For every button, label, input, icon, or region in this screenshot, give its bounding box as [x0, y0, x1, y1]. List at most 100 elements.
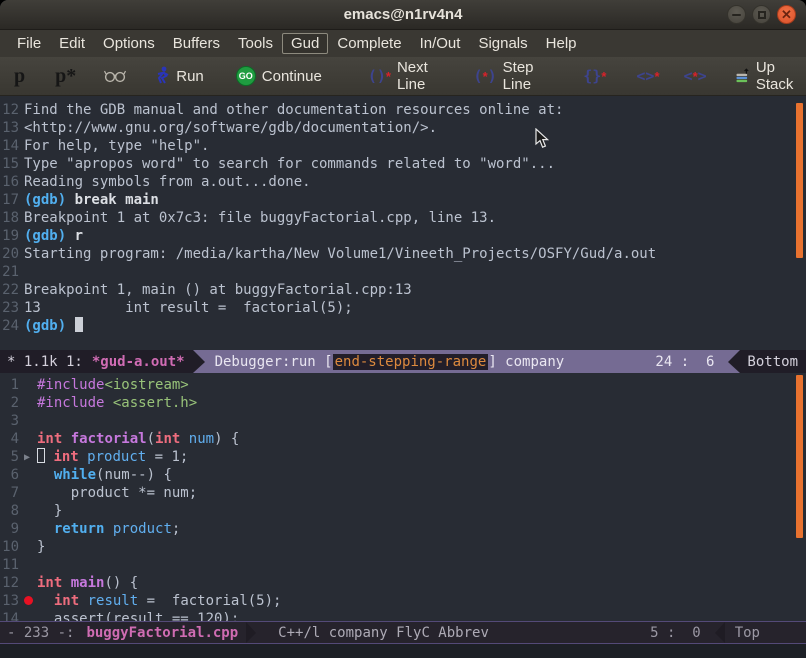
gdb-scrollbar[interactable] [796, 103, 803, 258]
continue-button[interactable]: GO Continue [232, 64, 326, 88]
code-segment: num [189, 431, 214, 447]
powerline-arrow-icon [728, 350, 740, 373]
gdb-output-buffer[interactable]: 12Find the GDB manual and other document… [0, 96, 806, 350]
code-line: 18Breakpoint 1 at 0x7c3: file buggyFacto… [2, 209, 806, 227]
minor-modes: C++/l company FlyC Abbrev [278, 625, 489, 641]
go-icon: GO [236, 66, 256, 86]
code-segment: (num--) { [96, 467, 172, 483]
close-button[interactable]: ✕ [777, 5, 796, 24]
code-segment: Type "apropos word" to search for comman… [24, 156, 555, 172]
code-segment: <http://www.gnu.org/software/gdb/documen… [24, 120, 437, 136]
code-segment: #include [37, 377, 104, 393]
code-line: 6 while(num--) { [2, 466, 806, 484]
source-scrollbar[interactable] [796, 375, 803, 538]
code-segment: (gdb) [24, 318, 75, 334]
code-line: 7 product *= num; [2, 484, 806, 502]
minimize-icon [732, 14, 741, 16]
until-icon: <*> [684, 67, 707, 85]
line-number: 1 [2, 376, 19, 394]
step-line-icon: (*) [474, 67, 497, 85]
code-segment: <assert.h> [113, 395, 197, 411]
cursor-position: 5 : 0 [650, 625, 701, 641]
menu-file[interactable]: File [8, 33, 50, 54]
line-number: 10 [2, 538, 19, 556]
menu-signals[interactable]: Signals [469, 33, 536, 54]
maximize-button[interactable] [752, 5, 771, 24]
minimize-button[interactable] [727, 5, 746, 24]
step-instruction-button[interactable]: <>* [632, 65, 663, 87]
code-line: 1#include<iostream> [2, 376, 806, 394]
run-label: Run [176, 68, 204, 85]
code-line: 14 assert(result == 120); [2, 610, 806, 621]
menu-tools[interactable]: Tools [229, 33, 282, 54]
line-number: 4 [2, 430, 19, 448]
menu-gud[interactable]: Gud [282, 33, 328, 54]
powerline-arrow-icon [193, 350, 205, 373]
code-segment: #include [37, 395, 104, 411]
powerline-arrow-icon [715, 622, 725, 643]
step-line-button[interactable]: (*) Step Line [470, 57, 550, 95]
print-button[interactable]: p [10, 64, 29, 88]
code-line: 22Breakpoint 1, main () at buggyFactoria… [2, 281, 806, 299]
code-segment: product [87, 449, 146, 465]
menubar: FileEditOptionsBuffersToolsGudCompleteIn… [0, 30, 806, 57]
line-number: 12 [2, 574, 19, 592]
run-button[interactable]: Run [150, 64, 208, 88]
line-number: 22 [2, 281, 19, 299]
line-number: 24 [2, 317, 19, 335]
close-icon: ✕ [781, 8, 792, 21]
code-segment: int [37, 431, 62, 447]
menu-complete[interactable]: Complete [328, 33, 410, 54]
menu-inout[interactable]: In/Out [411, 33, 470, 54]
code-line: 9 return product; [2, 520, 806, 538]
code-segment: factorial [71, 431, 147, 447]
menu-edit[interactable]: Edit [50, 33, 94, 54]
code-line: 21 [2, 263, 806, 281]
code-segment: (gdb) [24, 228, 75, 244]
menu-buffers[interactable]: Buffers [164, 33, 229, 54]
code-segment: (gdb) [24, 192, 75, 208]
code-segment [37, 521, 54, 537]
line-number: 14 [2, 137, 19, 155]
line-number: 15 [2, 155, 19, 173]
powerline-arrow-icon [246, 622, 256, 643]
execution-arrow-icon[interactable] [24, 448, 37, 467]
code-line: 24 (gdb) [2, 317, 806, 335]
next-line-button[interactable]: ()* Next Line [364, 57, 444, 95]
code-segment: Find the GDB manual and other documentat… [24, 102, 563, 118]
line-number: 18 [2, 209, 19, 227]
line-number: 13 [2, 119, 19, 137]
code-segment: } [37, 503, 62, 519]
code-line: 19(gdb) r [2, 227, 806, 245]
code-segment: product [113, 521, 172, 537]
line-number: 8 [2, 502, 19, 520]
next-line-icon: ()* [368, 67, 391, 85]
source-buffer[interactable]: 1#include<iostream>2#include <assert.h>3… [0, 373, 806, 621]
code-segment [62, 431, 70, 447]
print-deref-button[interactable]: p* [51, 64, 80, 88]
modeline-buffer-state: - 233 -: [7, 625, 74, 641]
next-instruction-button[interactable]: {}* [579, 65, 610, 87]
echo-area[interactable]: Command: -exec-step 1 [0, 644, 806, 658]
code-segment [180, 431, 188, 447]
breakpoint-icon[interactable] [24, 592, 37, 610]
modeline-gud[interactable]: * 1.1k 1: *gud-a.out* Debugger:run [ end… [0, 350, 806, 373]
watch-button[interactable] [100, 67, 130, 85]
up-stack-label: Up Stack [756, 59, 802, 93]
mouse-cursor [535, 128, 549, 149]
modeline-source[interactable]: - 233 -: buggyFactorial.cpp C++/l compan… [0, 621, 806, 644]
code-line: 11 [2, 556, 806, 574]
line-number: 11 [2, 556, 19, 574]
code-line: 8 } [2, 502, 806, 520]
code-segment [37, 467, 54, 483]
up-stack-button[interactable]: Up Stack [731, 57, 806, 95]
titlebar[interactable]: emacs@n1rv4n4 ✕ [0, 0, 806, 30]
runner-icon [154, 66, 170, 86]
code-line: 15 Type "apropos word" to search for comm… [2, 155, 806, 173]
line-number: 19 [2, 227, 19, 245]
code-segment: ; [172, 521, 180, 537]
menu-help[interactable]: Help [537, 33, 586, 54]
menu-options[interactable]: Options [94, 33, 164, 54]
code-line: 12Find the GDB manual and other document… [2, 101, 806, 119]
until-button[interactable]: <*> [680, 65, 711, 87]
